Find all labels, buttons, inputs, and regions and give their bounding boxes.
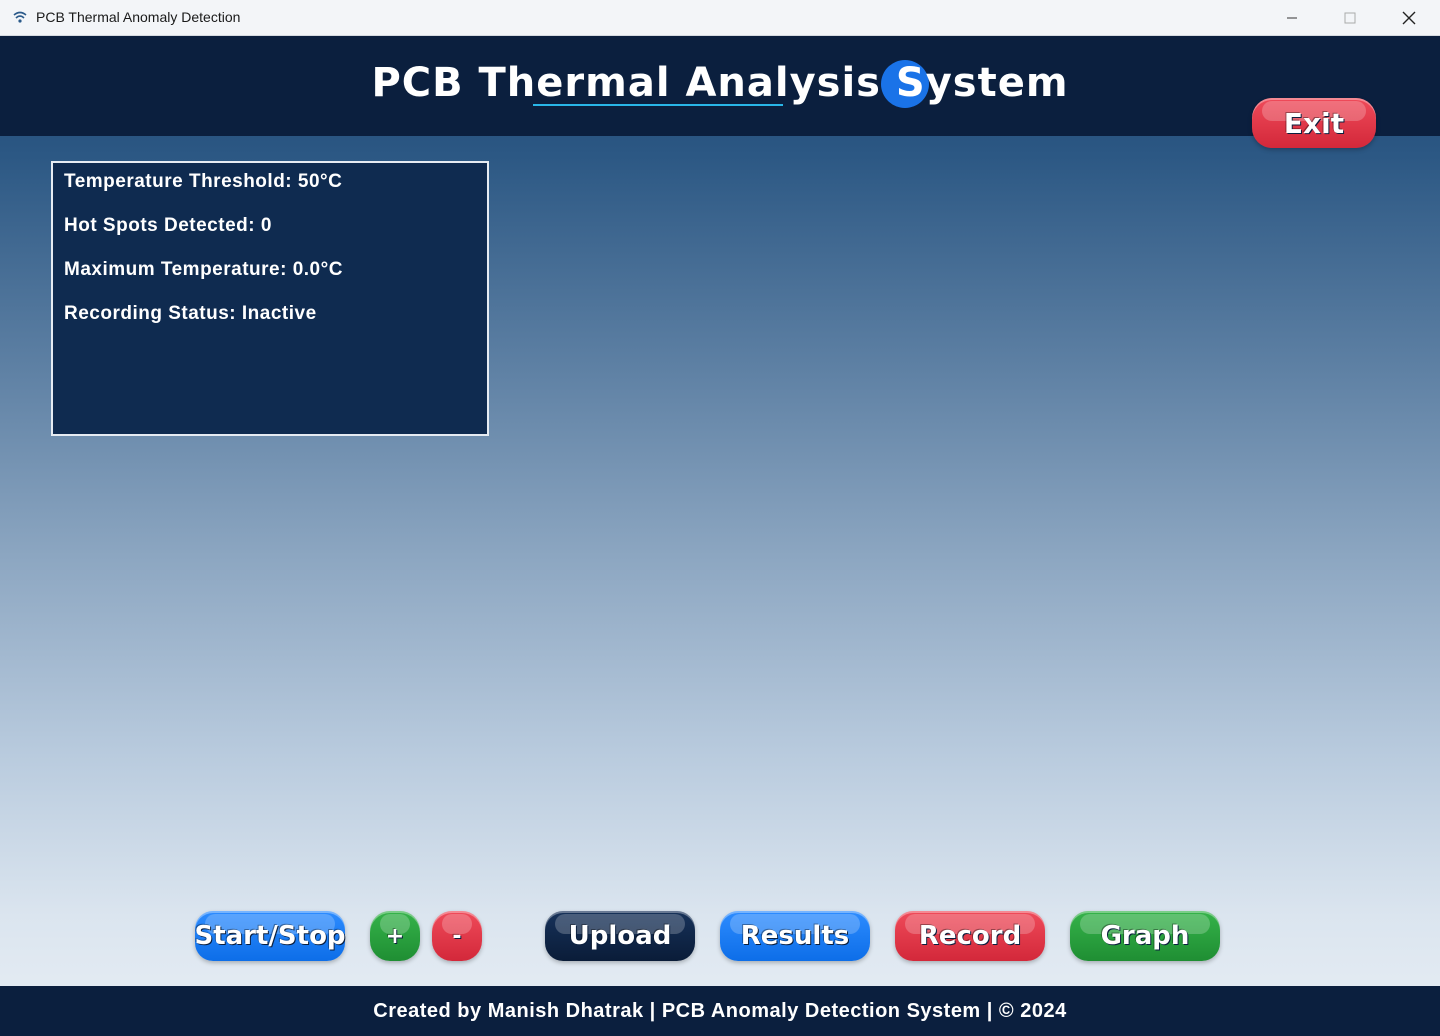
exit-button[interactable]: Exit — [1252, 98, 1376, 148]
start-stop-button[interactable]: Start/Stop — [194, 911, 346, 961]
recording-status-text: Recording Status: Inactive — [64, 303, 317, 324]
upload-button[interactable]: Upload — [545, 911, 695, 961]
max-temperature-text: Maximum Temperature: 0.0°C — [64, 259, 343, 280]
start-stop-label: Start/Stop — [194, 921, 346, 951]
status-panel: Temperature Threshold: 50°C Hot Spots De… — [51, 161, 489, 436]
minimize-button[interactable] — [1263, 0, 1321, 36]
increase-threshold-button[interactable]: + — [370, 911, 420, 961]
wifi-waves-icon — [13, 11, 27, 23]
graph-button[interactable]: Graph — [1070, 911, 1220, 961]
page-title: PCB Thermal Analysis System — [371, 60, 1069, 106]
hotspots-text: Hot Spots Detected: 0 — [64, 215, 272, 236]
window-title: PCB Thermal Anomaly Detection — [36, 9, 241, 25]
maximize-icon — [1344, 12, 1356, 24]
results-label: Results — [740, 921, 850, 951]
upload-label: Upload — [568, 921, 672, 951]
close-icon — [1402, 11, 1416, 25]
minimize-icon — [1287, 17, 1297, 19]
footer-credit: Created by Manish Dhatrak | PCB Anomaly … — [0, 986, 1440, 1036]
record-button[interactable]: Record — [895, 911, 1045, 961]
app-canvas: PCB Thermal Analysis System Exit Tempera… — [0, 36, 1440, 1036]
graph-label: Graph — [1100, 921, 1190, 951]
decrease-threshold-button[interactable]: - — [432, 911, 482, 961]
minus-label: - — [452, 923, 462, 949]
maximize-button[interactable] — [1321, 0, 1379, 36]
header-bar: PCB Thermal Analysis System — [0, 36, 1440, 136]
record-label: Record — [918, 921, 1022, 951]
threshold-text: Temperature Threshold: 50°C — [64, 171, 343, 192]
results-button[interactable]: Results — [720, 911, 870, 961]
exit-button-label: Exit — [1283, 106, 1345, 140]
close-button[interactable] — [1380, 0, 1438, 36]
window-titlebar: PCB Thermal Anomaly Detection — [0, 0, 1440, 36]
plus-label: + — [385, 923, 405, 949]
